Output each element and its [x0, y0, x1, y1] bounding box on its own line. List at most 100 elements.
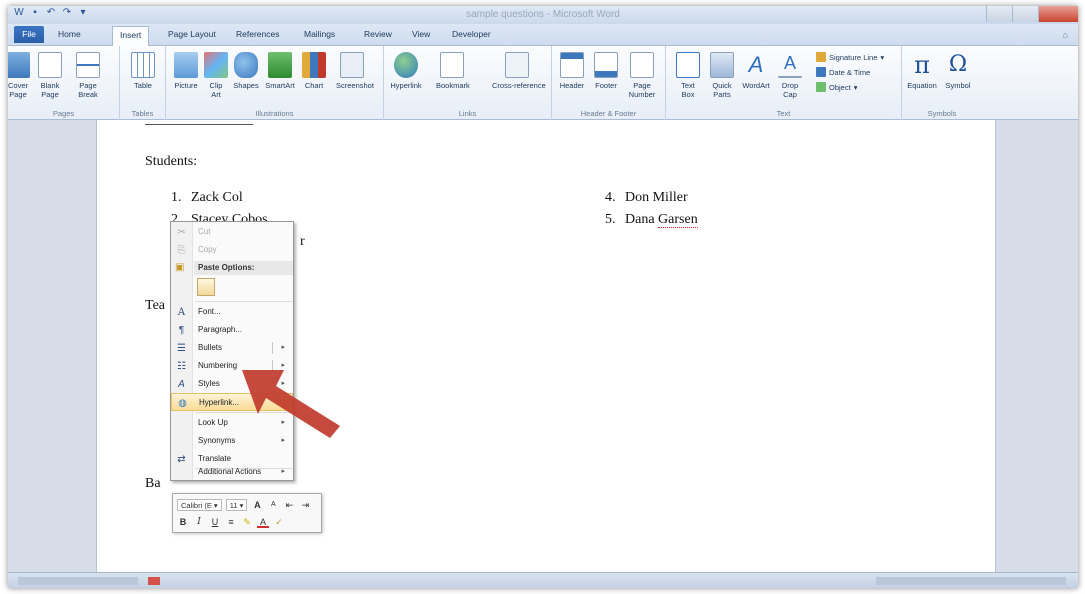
horizontal-rule [145, 124, 253, 125]
mini-toolbar-row-1: Calibri (E ▾ 11 ▾ A A ⇤ ⇥ [177, 499, 311, 511]
date-time-button[interactable]: Date & Time [816, 67, 870, 77]
back-heading-partial: Ba [145, 476, 161, 491]
paragraph-icon: ¶ [178, 325, 185, 336]
tab-developer[interactable]: Developer [452, 29, 491, 39]
shapes-button[interactable]: Shapes [230, 52, 262, 90]
wordart-icon: A [748, 52, 764, 77]
tab-insert[interactable]: Insert [112, 26, 150, 47]
pi-icon: π [914, 51, 930, 79]
center-align-icon[interactable]: ≡ [225, 516, 237, 528]
format-painter-icon[interactable]: ✓ [273, 516, 285, 528]
tab-review[interactable]: Review [364, 29, 392, 39]
tab-file[interactable]: File [14, 26, 44, 43]
clip-art-icon [204, 52, 228, 78]
menu-item-additional-actions[interactable]: Additional Actions ▸ [171, 463, 293, 481]
increase-indent-icon[interactable]: ⇥ [299, 499, 311, 511]
tab-mailings[interactable]: Mailings [304, 29, 335, 39]
chart-button[interactable]: Chart [298, 52, 330, 90]
text-box-button[interactable]: Text Box [672, 52, 704, 99]
bookmark-button[interactable]: Bookmark [436, 52, 470, 90]
list-item: 4. Don Miller [605, 190, 688, 205]
group-links: Hyperlink Bookmark Cross-reference Links [384, 46, 552, 120]
screenshot-button[interactable]: Screenshot [336, 52, 374, 90]
tab-page-layout[interactable]: Page Layout [168, 29, 216, 39]
menu-item-cut[interactable]: ✂ Cut [171, 223, 293, 241]
proofing-icon[interactable] [148, 577, 160, 585]
submenu-arrow-icon: ▸ [281, 344, 285, 351]
group-label-pages: Pages [52, 109, 75, 118]
paste-icon: ▣ [175, 262, 185, 273]
copy-icon: ⎘ [177, 245, 186, 256]
hyperlink-button[interactable]: Hyperlink [390, 52, 422, 90]
page-number-button[interactable]: Page Number [626, 52, 658, 99]
numbering-icon: ☷ [177, 361, 186, 372]
table-button[interactable]: Table [127, 52, 159, 90]
bullets-icon: ☰ [177, 343, 186, 354]
teachers-heading-partial: Tea [145, 298, 166, 313]
font-size-select[interactable]: 11 ▾ [225, 499, 248, 511]
group-label-illustrations: Illustrations [255, 109, 294, 118]
page-break-icon [76, 52, 100, 78]
title-bar: W ▪ ↶ ↷ ▾ sample questions - Microsoft W… [8, 6, 1078, 24]
minimize-button[interactable] [986, 6, 1012, 22]
blank-page-button[interactable]: Blank Page [34, 52, 66, 99]
context-menu: ✂ Cut ⎘ Copy Paste Options: ▣ A Font... … [170, 221, 294, 481]
decrease-indent-icon[interactable]: ⇤ [283, 499, 295, 511]
quick-parts-icon [710, 52, 734, 78]
status-bar [8, 572, 1078, 588]
page-break-button[interactable]: Page Break [72, 52, 104, 99]
object-button[interactable]: Object ▾ [816, 82, 857, 92]
wordart-button[interactable]: A WordArt [740, 52, 772, 90]
mini-toolbar-row-2: B I U ≡ ✎ A ✓ [177, 516, 285, 528]
cover-page-button[interactable]: Cover Page [8, 52, 34, 99]
tab-home[interactable]: Home [58, 29, 81, 39]
picture-button[interactable]: Picture [170, 52, 202, 90]
close-button[interactable] [1038, 6, 1078, 22]
object-icon [816, 82, 826, 92]
tab-view[interactable]: View [412, 29, 430, 39]
text-box-icon [676, 52, 700, 78]
grow-font-icon[interactable]: A [251, 499, 263, 511]
signature-line-icon [816, 52, 826, 62]
cross-reference-button[interactable]: Cross-reference [492, 52, 546, 90]
paste-keep-text-icon[interactable] [197, 278, 215, 296]
menu-item-copy[interactable]: ⎘ Copy [171, 241, 293, 259]
signature-line-button[interactable]: Signature Line ▾ [816, 52, 884, 62]
drop-cap-button[interactable]: A Drop Cap [774, 52, 806, 99]
header-button[interactable]: Header [556, 52, 588, 90]
smartart-button[interactable]: SmartArt [264, 52, 296, 90]
footer-button[interactable]: Footer [590, 52, 622, 90]
menu-item-font[interactable]: A Font... [171, 303, 293, 321]
italic-icon[interactable]: I [193, 516, 205, 528]
font-color-icon[interactable]: A [257, 516, 269, 528]
equation-button[interactable]: π Equation [906, 52, 938, 90]
zoom-controls[interactable] [876, 577, 1066, 585]
globe-link-icon: ◍ [178, 398, 187, 409]
tab-references[interactable]: References [236, 29, 279, 39]
window-controls [986, 6, 1078, 22]
group-text: Text Box Quick Parts A WordArt A Drop Ca… [666, 46, 902, 120]
menu-item-bullets[interactable]: ☰ Bullets ▸ [171, 339, 293, 357]
quick-parts-button[interactable]: Quick Parts [706, 52, 738, 99]
shrink-font-icon[interactable]: A [267, 499, 279, 511]
ribbon-tabs: File Home Insert Page Layout References … [8, 24, 1078, 47]
header-icon [560, 52, 584, 78]
window-title: sample questions - Microsoft Word [466, 9, 620, 20]
ribbon-insert: Cover Page Blank Page Page Break Pages T… [8, 46, 1078, 120]
maximize-button[interactable] [1012, 6, 1038, 22]
list-item: 1. Zack Col [171, 190, 243, 205]
clip-art-button[interactable]: Clip Art [200, 52, 232, 99]
bold-icon[interactable]: B [177, 516, 189, 528]
smartart-icon [268, 52, 292, 78]
underline-icon[interactable]: U [209, 516, 221, 528]
highlight-icon[interactable]: ✎ [241, 516, 253, 528]
group-label-text: Text [776, 109, 791, 118]
help-icon[interactable]: ⌂ [1063, 30, 1068, 40]
menu-item-paragraph[interactable]: ¶ Paragraph... [171, 321, 293, 339]
group-header-footer: Header Footer Page Number Header & Foote… [552, 46, 666, 120]
mini-toolbar: Calibri (E ▾ 11 ▾ A A ⇤ ⇥ B I U ≡ ✎ A ✓ [172, 493, 322, 533]
symbol-button[interactable]: Ω Symbol [942, 52, 974, 90]
list-item-partial: r [300, 234, 305, 249]
font-name-select[interactable]: Calibri (E ▾ [177, 499, 222, 511]
group-symbols: π Equation Ω Symbol Symbols [902, 46, 982, 120]
